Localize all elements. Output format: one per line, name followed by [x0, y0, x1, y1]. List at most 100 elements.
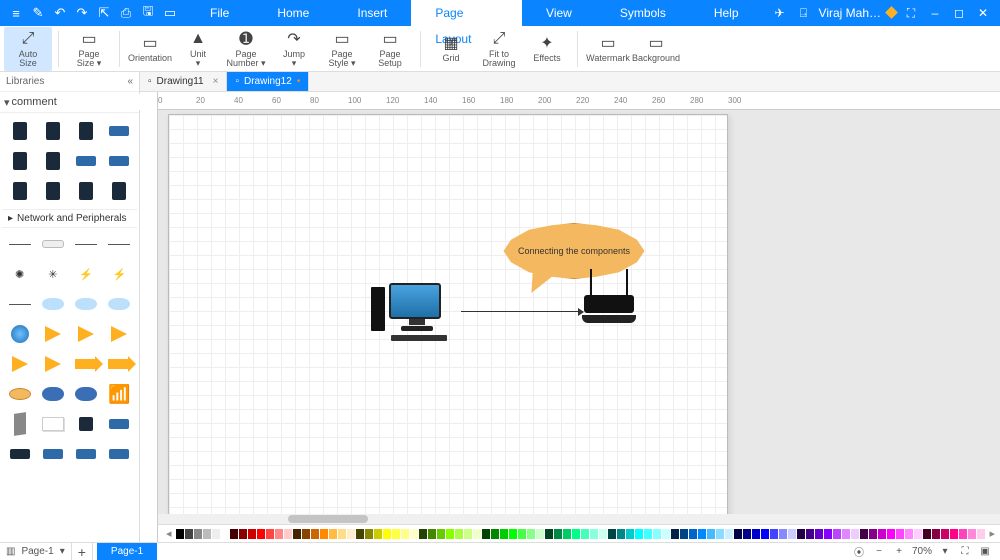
ribbon-grid[interactable]: ▦Grid [427, 27, 475, 71]
user-name[interactable]: Viraj Mah… [819, 6, 881, 20]
open-icon[interactable]: ▭ [160, 3, 180, 23]
color-chip[interactable] [329, 529, 337, 539]
connector-line[interactable] [461, 311, 583, 312]
shape-search[interactable]: ▾ 🔍 [0, 92, 139, 113]
shape-antenna[interactable]: 📶 [104, 380, 135, 408]
color-chip[interactable] [689, 529, 697, 539]
shape-arrow[interactable] [4, 350, 35, 378]
color-chip[interactable] [680, 529, 688, 539]
color-chip[interactable] [770, 529, 778, 539]
color-chip[interactable] [644, 529, 652, 539]
shape-arrow[interactable] [37, 350, 68, 378]
shape-switch[interactable] [104, 440, 135, 468]
color-chip[interactable] [581, 529, 589, 539]
color-chip[interactable] [527, 529, 535, 539]
redo-icon[interactable]: ↷ [72, 3, 92, 23]
ribbon-orientation[interactable]: ▭Orientation [126, 27, 174, 71]
palette-prev-icon[interactable]: ◂ [162, 527, 176, 540]
gift-icon[interactable]: ⛶ [902, 4, 920, 22]
color-chip[interactable] [761, 529, 769, 539]
shape-switch[interactable] [37, 440, 68, 468]
color-chip[interactable] [311, 529, 319, 539]
shape-arrow-bar[interactable] [71, 350, 102, 378]
print-icon[interactable]: ⎙ [116, 3, 136, 23]
color-chip[interactable] [752, 529, 760, 539]
color-chip[interactable] [932, 529, 940, 539]
page-tab[interactable]: Page-1 [97, 543, 157, 560]
shape-arrow[interactable] [71, 320, 102, 348]
menu-home[interactable]: Home [253, 0, 333, 26]
add-page-icon[interactable]: + [78, 544, 86, 560]
color-chip[interactable] [392, 529, 400, 539]
ribbon-page[interactable]: ▭Page Size ▾ [65, 27, 113, 71]
color-chip[interactable] [500, 529, 508, 539]
color-chip[interactable] [374, 529, 382, 539]
tab-drawing12[interactable]: ▫Drawing12• [227, 72, 309, 91]
color-chip[interactable] [554, 529, 562, 539]
zoom-out-icon[interactable]: − [872, 546, 886, 557]
color-chip[interactable] [536, 529, 544, 539]
shape-switch[interactable] [104, 410, 135, 438]
ribbon-watermark[interactable]: ▭Watermark [584, 27, 632, 71]
share-icon[interactable]: ⍈ [795, 4, 813, 22]
shape-bar[interactable] [37, 230, 68, 258]
color-chip[interactable] [842, 529, 850, 539]
color-chip[interactable] [473, 529, 481, 539]
color-chip[interactable] [869, 529, 877, 539]
shape-rack[interactable] [71, 147, 102, 175]
color-chip[interactable] [914, 529, 922, 539]
color-chip[interactable] [698, 529, 706, 539]
collapse-libraries-icon[interactable]: « [127, 76, 133, 87]
page-selector[interactable]: Page-1 [21, 546, 53, 557]
color-chip[interactable] [482, 529, 490, 539]
shape-server[interactable] [4, 147, 35, 175]
color-chip[interactable] [176, 529, 184, 539]
color-chip[interactable] [779, 529, 787, 539]
color-chip[interactable] [923, 529, 931, 539]
color-chip[interactable] [806, 529, 814, 539]
color-chip[interactable] [509, 529, 517, 539]
ribbon-page[interactable]: ▭Page Setup [366, 27, 414, 71]
color-chip[interactable] [860, 529, 868, 539]
zoom-value[interactable]: 70% [912, 546, 932, 557]
ribbon-auto[interactable]: ⤢Auto Size [4, 27, 52, 71]
color-chip[interactable] [734, 529, 742, 539]
presentation-icon[interactable]: ⦿ [852, 544, 866, 559]
shape-cloud-blue[interactable] [71, 380, 102, 408]
shape-router[interactable] [4, 440, 35, 468]
color-chip[interactable] [833, 529, 841, 539]
color-chip[interactable] [185, 529, 193, 539]
menu-help[interactable]: Help [690, 0, 763, 26]
shape-tower[interactable] [4, 410, 35, 438]
menu-file[interactable]: File [186, 0, 253, 26]
menu-insert[interactable]: Insert [333, 0, 411, 26]
shape-rack[interactable] [104, 147, 135, 175]
shape-line[interactable] [71, 230, 102, 258]
shape-line[interactable] [104, 230, 135, 258]
color-chip[interactable] [824, 529, 832, 539]
page-selector-chevron-icon[interactable]: ▾ [60, 546, 65, 557]
shape-bolt[interactable]: ⚡ [104, 260, 135, 288]
color-chip[interactable] [617, 529, 625, 539]
color-chip[interactable] [896, 529, 904, 539]
color-chip[interactable] [464, 529, 472, 539]
color-chip[interactable] [662, 529, 670, 539]
shape-box[interactable] [37, 410, 68, 438]
color-chip[interactable] [410, 529, 418, 539]
color-chip[interactable] [851, 529, 859, 539]
color-chip[interactable] [293, 529, 301, 539]
shape-server[interactable] [104, 177, 135, 205]
shape-server[interactable] [71, 177, 102, 205]
color-chip[interactable] [338, 529, 346, 539]
color-chip[interactable] [356, 529, 364, 539]
color-chip[interactable] [446, 529, 454, 539]
fit-icon[interactable]: ⛶ [958, 546, 972, 557]
color-chip[interactable] [437, 529, 445, 539]
horizontal-scrollbar[interactable] [158, 514, 1000, 524]
color-chip[interactable] [797, 529, 805, 539]
zoom-in-icon[interactable]: + [892, 546, 906, 557]
save-as-icon[interactable]: 🖫 [138, 3, 158, 23]
color-chip[interactable] [599, 529, 607, 539]
color-chip[interactable] [455, 529, 463, 539]
shape-server[interactable] [71, 117, 102, 145]
